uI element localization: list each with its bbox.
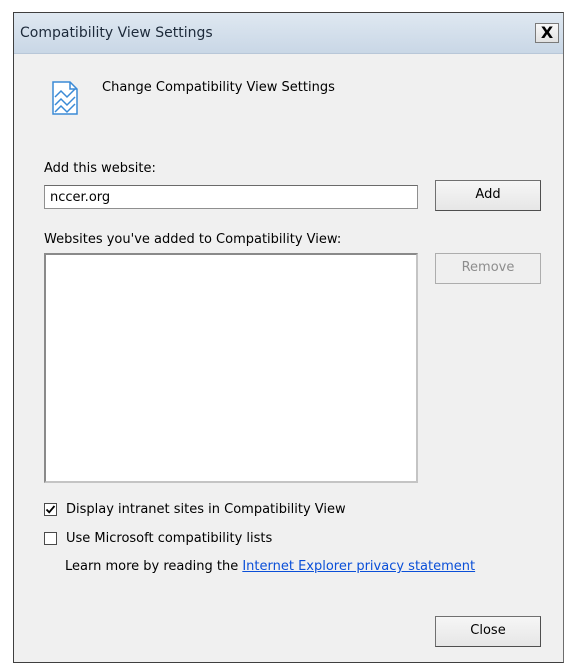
privacy-note: Learn more by reading the Internet Explo… [65, 559, 475, 574]
compatibility-view-icon [52, 81, 78, 115]
privacy-statement-link[interactable]: Internet Explorer privacy statement [242, 559, 475, 574]
intranet-checkbox[interactable] [44, 503, 57, 516]
added-websites-label: Websites you've added to Compatibility V… [44, 232, 342, 247]
close-button[interactable]: Close [435, 616, 541, 647]
add-button[interactable]: Add [435, 180, 541, 211]
window-title: Compatibility View Settings [20, 25, 213, 41]
add-website-label: Add this website: [44, 161, 156, 176]
compatibility-view-settings-dialog: Compatibility View Settings X Change Com… [13, 12, 564, 663]
title-bar[interactable]: Compatibility View Settings X [14, 13, 563, 54]
intranet-label: Display intranet sites in Compatibility … [66, 502, 346, 517]
header-title: Change Compatibility View Settings [102, 80, 335, 95]
microsoft-lists-label: Use Microsoft compatibility lists [66, 531, 273, 546]
added-websites-list[interactable] [44, 253, 418, 483]
privacy-prefix: Learn more by reading the [65, 559, 243, 574]
checkmark-icon [45, 505, 56, 514]
microsoft-lists-checkbox[interactable] [44, 532, 57, 545]
close-window-button[interactable]: X [535, 23, 559, 43]
remove-button[interactable]: Remove [435, 253, 541, 284]
website-input[interactable] [44, 185, 418, 209]
